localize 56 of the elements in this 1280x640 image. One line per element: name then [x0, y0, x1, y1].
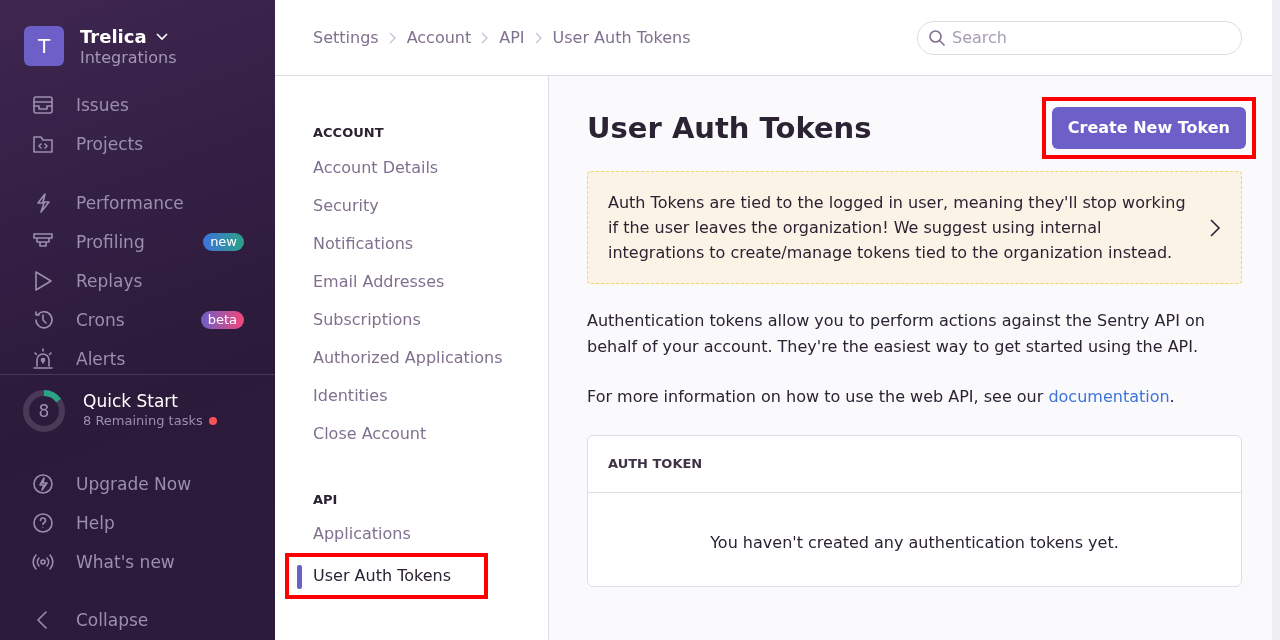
settings-nav-link[interactable]: Email Addresses [313, 262, 548, 301]
settings-nav-link[interactable]: Account Details [313, 148, 548, 187]
settings-nav-link[interactable]: Close Account [313, 414, 548, 453]
create-token-button[interactable]: Create New Token [1051, 107, 1246, 149]
search-field[interactable]: Search [917, 20, 1242, 55]
chevron-right-icon [481, 31, 490, 44]
settings-nav-link[interactable]: Applications [313, 515, 548, 553]
sidebar-item[interactable]: Projects [0, 124, 275, 164]
breadcrumb-link[interactable]: Settings [313, 25, 379, 50]
sidebar-item[interactable]: Crons beta [0, 300, 275, 340]
breadcrumb-link[interactable]: User Auth Tokens [552, 25, 691, 50]
chevron-right-icon[interactable] [1209, 217, 1221, 238]
settings-nav-link[interactable]: Authorized Applications [313, 338, 548, 377]
org-name[interactable]: Trelica [80, 26, 147, 48]
sidebar-item[interactable]: What's new [0, 542, 275, 582]
settings-nav-link[interactable]: Notifications [313, 224, 548, 263]
description-text: Authentication tokens allow you to perform actions against the Sentry API on behalf of your account. They're the easiest way to get started using the API. [587, 310, 1206, 358]
section-heading: API [313, 490, 339, 509]
scrollbar[interactable] [1272, 0, 1280, 640]
quick-start-title[interactable]: Quick Start [83, 390, 217, 412]
collapse-button[interactable]: Collapse [0, 600, 275, 640]
settings-nav-link[interactable]: Security [313, 186, 548, 225]
sidebar-item[interactable]: Issues [0, 85, 275, 125]
alert-text: Auth Tokens are tied to the logged in user, meaning they'll stop working if the user leaves the organization! We suggest using internal integrations to create/manage tokens tied to the organization instead. [608, 192, 1187, 264]
lightning-circle-icon [32, 473, 54, 496]
info-text: For more information on how to use the web API, see our documentation. [587, 386, 1176, 408]
remaining-tasks: 8 Remaining tasks [83, 412, 203, 431]
empty-message: You haven't created any authentication tokens yet. [709, 531, 1120, 554]
sidebar-item[interactable]: Profiling new [0, 222, 275, 262]
section-heading: ACCOUNT [313, 124, 385, 142]
breadcrumb-link[interactable]: API [499, 25, 525, 50]
org-avatar[interactable]: T [24, 26, 64, 67]
tray-icon [32, 94, 54, 117]
panel-header: AUTH TOKEN [588, 436, 1241, 493]
page-title: User Auth Tokens [587, 110, 872, 146]
sidebar-item[interactable]: Replays [0, 261, 275, 301]
chevron-down-icon[interactable] [154, 31, 169, 42]
sidebar-item[interactable]: Alerts [0, 339, 275, 374]
sidebar-item[interactable]: Help [0, 503, 275, 543]
siren-icon [32, 348, 54, 371]
history-icon [32, 309, 54, 332]
feature-tag: new [203, 233, 244, 252]
chevron-right-icon [388, 31, 397, 44]
documentation-link[interactable]: documentation [1048, 387, 1170, 406]
feature-tag: beta [200, 311, 244, 330]
sidebar-item[interactable]: Performance [0, 183, 275, 223]
org-subtitle: Integrations [80, 47, 177, 67]
breadcrumb-link[interactable]: Account [406, 25, 472, 50]
chevron-right-icon [534, 31, 543, 44]
sidebar-item[interactable]: Upgrade Now [0, 464, 275, 504]
settings-nav-link[interactable]: Identities [313, 376, 548, 415]
play-icon [32, 270, 54, 293]
settings-nav-link[interactable]: User Auth Tokens [313, 557, 484, 595]
help-icon [32, 512, 54, 535]
settings-nav-link[interactable]: Subscriptions [313, 300, 548, 339]
folder-icon [32, 133, 54, 156]
